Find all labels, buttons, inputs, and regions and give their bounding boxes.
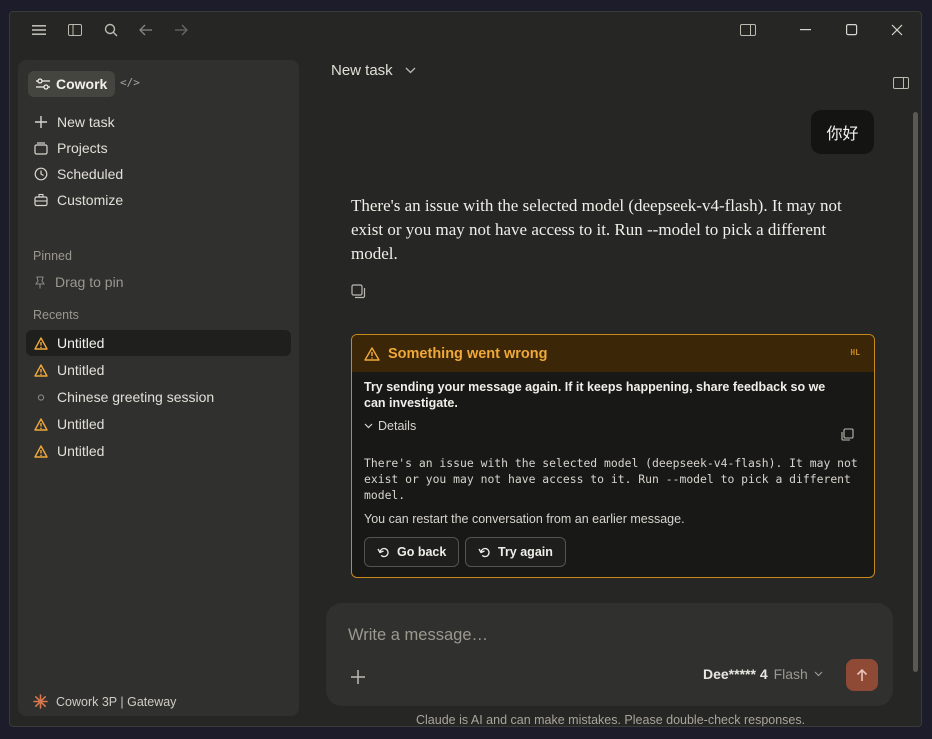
warning-icon: [34, 336, 48, 350]
maximize-icon[interactable]: [842, 20, 862, 40]
model-variant: Flash: [773, 666, 808, 682]
error-card: Something went wrong HL Try sending your…: [351, 334, 875, 578]
send-button[interactable]: [846, 659, 878, 691]
error-badge: HL: [850, 348, 860, 357]
chevron-down-icon: [405, 67, 416, 74]
nav-customize[interactable]: Customize: [26, 187, 292, 213]
briefcase-icon: [34, 193, 48, 207]
task-title-dropdown[interactable]: New task: [331, 62, 416, 79]
disclaimer: Claude is AI and can make mistakes. Plea…: [416, 713, 806, 727]
error-title: Something went wrong: [388, 345, 548, 362]
copy-icon[interactable]: [351, 284, 366, 304]
nav-label: New task: [57, 114, 115, 130]
go-back-button[interactable]: Go back: [364, 537, 460, 567]
nav-scheduled[interactable]: Scheduled: [26, 161, 292, 187]
sidebar: Cowork </> New task Projects Scheduled C…: [18, 60, 299, 716]
recent-item[interactable]: Untitled: [26, 357, 291, 383]
add-attachment-icon[interactable]: [350, 665, 366, 691]
nav-new-task[interactable]: New task: [26, 109, 292, 135]
pin-icon: [34, 275, 46, 288]
assistant-message: There's an issue with the selected model…: [351, 196, 842, 263]
try-again-button[interactable]: Try again: [465, 537, 566, 567]
undo-icon: [377, 547, 389, 557]
minimize-icon[interactable]: [796, 20, 816, 40]
model-selector[interactable]: Dee***** 4 Flash: [703, 666, 823, 682]
warning-icon: [34, 363, 48, 377]
recent-label: Untitled: [57, 443, 105, 459]
forward-arrow-icon[interactable]: [171, 20, 191, 40]
arrow-up-icon: [856, 668, 868, 681]
message-input[interactable]: Write a message…: [348, 626, 488, 645]
task-title: New task: [331, 62, 393, 79]
error-message: Try sending your message again. If it ke…: [364, 380, 826, 410]
try-again-label: Try again: [498, 545, 553, 559]
menu-icon[interactable]: [29, 20, 49, 40]
app-window: Cowork </> New task Projects Scheduled C…: [9, 11, 922, 727]
nav-label: Scheduled: [57, 166, 124, 182]
warning-icon: [34, 417, 48, 431]
go-back-label: Go back: [397, 545, 447, 559]
recent-label: Untitled: [57, 362, 105, 378]
mode-label: Cowork: [56, 76, 108, 92]
scrollbar[interactable]: [913, 112, 918, 672]
chevron-down-icon: [364, 423, 373, 429]
folder-icon: [34, 142, 48, 155]
error-header: Something went wrong HL: [352, 335, 874, 372]
circle-icon: [37, 393, 45, 401]
nav-label: Customize: [57, 192, 124, 208]
sliders-icon: [36, 78, 50, 90]
toggle-right-panel-icon[interactable]: [893, 76, 909, 94]
retry-icon: [478, 547, 490, 557]
recent-label: Untitled: [57, 335, 105, 351]
footer-label: Cowork 3P | Gateway: [56, 694, 177, 709]
chevron-down-icon: [814, 671, 823, 677]
copy-details-icon[interactable]: [841, 428, 854, 446]
claude-logo-icon: [33, 694, 48, 709]
recent-label: Untitled: [57, 416, 105, 432]
recent-item[interactable]: Untitled: [26, 438, 291, 464]
error-details-text: There's an issue with the selected model…: [364, 456, 858, 502]
details-label: Details: [378, 419, 417, 433]
recent-item[interactable]: Untitled: [26, 330, 291, 356]
back-arrow-icon[interactable]: [136, 20, 156, 40]
details-toggle[interactable]: Details: [364, 419, 416, 433]
search-icon[interactable]: [101, 20, 121, 40]
warning-icon: [34, 444, 48, 458]
plus-icon: [35, 116, 47, 128]
user-message: 你好: [811, 110, 874, 154]
main-area: New task 你好 There's an issue with the se…: [310, 48, 921, 726]
sidebar-toggle-icon[interactable]: [65, 20, 85, 40]
drag-to-pin-hint: Drag to pin: [26, 269, 292, 295]
sidebar-footer[interactable]: Cowork 3P | Gateway: [33, 694, 176, 709]
panel-icon[interactable]: [738, 20, 758, 40]
code-mode-icon[interactable]: </>: [120, 76, 140, 89]
close-icon[interactable]: [887, 20, 907, 40]
drag-to-pin-label: Drag to pin: [55, 274, 124, 290]
title-bar: [10, 12, 921, 48]
mode-selector-cowork[interactable]: Cowork: [28, 71, 116, 97]
model-name: Dee***** 4: [703, 666, 768, 682]
recents-heading: Recents: [33, 308, 79, 322]
recent-item[interactable]: Untitled: [26, 411, 291, 437]
recent-item[interactable]: Chinese greeting session: [26, 384, 291, 410]
pinned-heading: Pinned: [33, 249, 72, 263]
nav-label: Projects: [57, 140, 108, 156]
message-composer[interactable]: Write a message… Dee***** 4 Flash: [326, 603, 893, 706]
restart-hint: You can restart the conversation from an…: [364, 512, 685, 526]
clock-icon: [34, 167, 48, 181]
nav-projects[interactable]: Projects: [26, 135, 292, 161]
warning-icon: [364, 346, 380, 361]
recent-label: Chinese greeting session: [57, 389, 215, 405]
